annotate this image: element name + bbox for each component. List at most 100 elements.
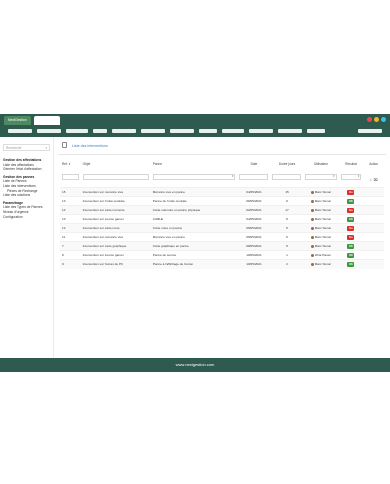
search-icon[interactable]: ⌕ [370,178,372,182]
nav-item[interactable] [66,129,88,133]
close-button[interactable] [381,117,386,122]
nav-item[interactable] [307,129,325,133]
col-action: Action [369,161,379,166]
col-resultat[interactable]: Résultat [339,160,364,167]
cell-utilisateur: Marc Simon [303,232,339,242]
browser-tab-blank[interactable] [34,116,60,125]
table-row[interactable]: 13 Intervention sur l'unité centrale Panne… [60,196,384,206]
cell-objet: Intervention sur l'unité centrale [80,196,151,206]
sidebar-item[interactable]: Générer l'état d'affectation [3,167,41,172]
cell-date: 10/05/2021 [237,259,271,269]
table-row[interactable]: 11 Intervention sur mémoire vive Mémoire v… [60,232,384,242]
nav-item[interactable] [222,129,244,133]
cell-resultat: OK [338,259,364,269]
reset-filter-icon[interactable]: ⌧ [374,178,378,182]
cell-panne: Panne de source [150,250,238,260]
cell-action [363,187,384,197]
user-name: Marc Simon [314,235,332,239]
interventions-table: Ref. ▾ Objet Panne Date Durée jours Util… [60,160,384,269]
table-header-row: Ref. ▾ Objet Panne Date Durée jours Util… [60,160,384,167]
table-row[interactable]: 15 Intervention sur mémoire vive Mémoire v… [60,187,384,197]
cell-resultat: OK [338,241,364,251]
user-name: Marc Simon [314,217,332,221]
filter-panne[interactable]: ▾ [152,174,236,180]
filter-ref[interactable] [62,174,79,180]
user-name: Dhia Haven [314,253,332,257]
user-icon [310,253,314,257]
cell-resultat: Ko [338,223,364,233]
cell-utilisateur: Marc Simon [303,241,339,251]
filter-resultat[interactable]: ▾ [340,174,362,180]
cell-objet: Intervention sur carte mémoire [80,205,151,215]
cell-ref: 12 [60,223,81,233]
status-badge: OK [347,252,355,258]
nav-item[interactable] [249,129,273,133]
cell-resultat: OK [338,214,364,224]
cell-duree: 2 [270,259,304,269]
nav-item[interactable] [141,129,165,133]
cell-resultat: OK [338,250,364,260]
table-row[interactable]: 8 Intervention sur source gamer Panne de s… [60,250,384,260]
cell-objet: Intervention sur mémoire vive [80,232,151,242]
nav-item[interactable] [93,129,107,133]
cell-duree: 5 [270,223,304,233]
filter-date[interactable] [239,174,269,180]
col-panne[interactable]: Panne [151,160,238,167]
col-objet[interactable]: Objet [81,160,151,167]
cell-ref: 7 [60,241,81,251]
cell-date: 08/05/2021 [237,241,271,251]
filter-utilisateur[interactable]: ▾ [305,174,337,180]
cell-duree: 6 [270,232,304,242]
sidebar-search-select[interactable]: Recherche ▾ [3,144,50,151]
nav-user[interactable] [358,129,382,133]
cell-resultat: Ko [338,187,364,197]
cell-duree: 8 [270,214,304,224]
page-title: Liste des interventions [72,144,108,148]
nav-item[interactable] [112,129,136,133]
nav-item[interactable] [170,129,194,133]
cell-objet: Intervention sur carte mère [80,223,151,233]
col-ref[interactable]: Ref. ▾ [60,160,81,167]
cell-action [363,223,384,233]
cell-panne: CABLE [150,214,238,224]
filter-objet[interactable] [82,174,149,180]
chevron-down-icon: ▾ [357,174,360,178]
status-badge: Ko [347,207,355,213]
cell-duree: 1 [270,250,304,260]
filter-duree[interactable] [272,174,302,180]
divider [58,154,386,155]
col-utilisateur[interactable]: Utilisateur [303,160,338,167]
user-icon [310,199,314,203]
sidebar-item[interactable]: Liste des solutions [3,193,30,198]
cell-action [363,250,384,260]
sidebar-item[interactable]: Configuration [3,215,23,220]
cell-objet: Intervention sur carte graphique [80,241,151,251]
footer[interactable]: www.nextgestion.com [0,358,390,372]
table-row[interactable]: 14 Intervention sur carte mémoire Carte mé… [60,205,384,215]
nav-item[interactable] [199,129,217,133]
document-icon [62,142,67,148]
table-row[interactable]: 12 Intervention sur carte mère Carte mère … [60,223,384,233]
cell-ref: 9 [60,259,81,269]
cell-utilisateur: Marc Simon [303,223,339,233]
browser-tab[interactable]: NextGestion [4,116,31,125]
table-row[interactable]: 7 Intervention sur carte graphique Carte g… [60,241,384,251]
cell-utilisateur: Marc Simon [303,214,339,224]
nav-item[interactable] [8,129,32,133]
chevron-down-icon: ▾ [333,174,335,178]
table-row[interactable]: 10 Intervention sur source gamer CABLE 04/0… [60,214,384,224]
maximize-button[interactable] [374,117,379,122]
chevron-down-icon: ▾ [45,146,47,150]
nav-item[interactable] [37,129,61,133]
minimize-button[interactable] [367,117,372,122]
col-date[interactable]: Date [237,160,270,167]
col-duree[interactable]: Durée jours [270,160,303,167]
cell-ref: 8 [60,250,81,260]
cell-date: 02/05/2021 [237,205,271,215]
cell-utilisateur: Marc Simon [303,187,339,197]
cell-objet: Intervention sur source gamer [80,250,151,260]
cell-duree: 5 [270,241,304,251]
nav-item[interactable] [278,129,302,133]
cell-panne: Panne à l'affichage de l'écran [150,259,238,269]
table-row[interactable]: 9 Intervention sur l'écran de PC Panne à l… [60,259,384,269]
